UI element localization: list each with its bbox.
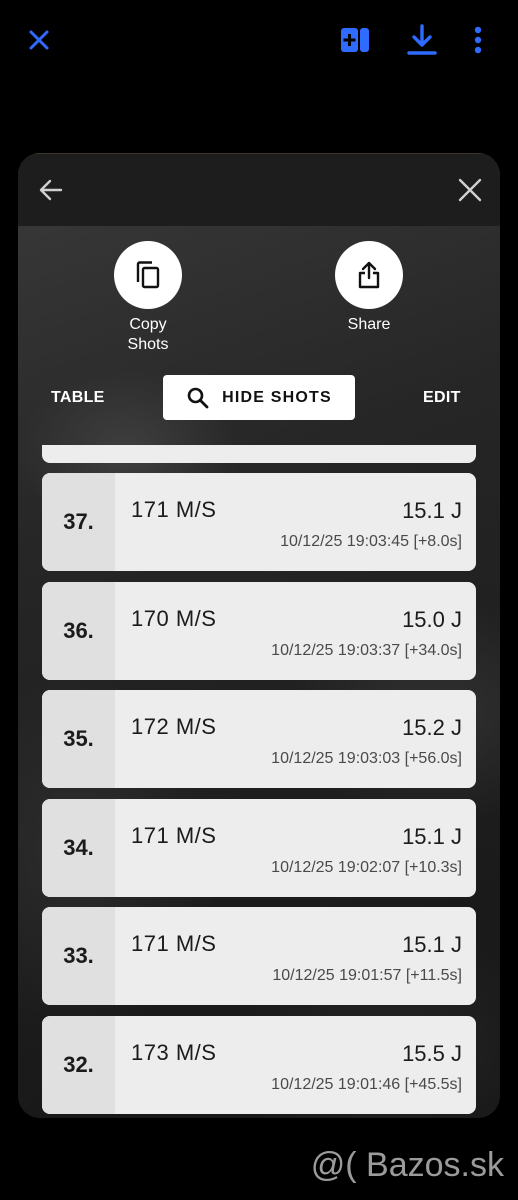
viewer-toolbar: [0, 0, 518, 80]
shot-timestamp: 10/12/25 19:01:46 [+45.5s]: [271, 1076, 462, 1093]
shot-energy: 15.1 J: [402, 824, 462, 849]
tab-edit[interactable]: EDIT: [423, 389, 461, 407]
shot-speed: 171 M/S: [131, 497, 217, 522]
hide-shots-label: HIDE SHOTS: [222, 388, 332, 406]
watermark: @( Bazos.sk: [310, 1146, 504, 1184]
share-icon: [335, 241, 403, 309]
list-item[interactable]: 32. 173 M/S 15.5 J 10/12/25 19:01:46 [+4…: [42, 1016, 476, 1114]
shot-timestamp: 10/12/25 19:03:45 [+8.0s]: [280, 533, 462, 550]
share-action[interactable]: Share: [314, 241, 424, 335]
shot-index: 34.: [42, 799, 115, 897]
shot-energy: 15.0 J: [402, 607, 462, 632]
list-item[interactable]: 33. 171 M/S 15.1 J 10/12/25 19:01:57 [+1…: [42, 907, 476, 1005]
shot-speed: 171 M/S: [131, 931, 217, 956]
shot-index: 32.: [42, 1016, 115, 1114]
shot-timestamp: 10/12/25 19:03:37 [+34.0s]: [271, 642, 462, 659]
close-icon[interactable]: [450, 170, 490, 210]
hide-shots-button[interactable]: HIDE SHOTS: [163, 375, 355, 420]
shot-speed: 172 M/S: [131, 714, 217, 739]
more-vert-icon[interactable]: [458, 20, 498, 60]
copy-shots-action[interactable]: Copy Shots: [93, 241, 203, 355]
shot-timestamp: 10/12/25 19:02:07 [+10.3s]: [271, 859, 462, 876]
shot-energy: 15.1 J: [402, 932, 462, 957]
shot-speed: 170 M/S: [131, 606, 217, 631]
shot-index: 36.: [42, 582, 115, 680]
layout-add-icon[interactable]: [335, 20, 375, 60]
list-item[interactable]: 36. 170 M/S 15.0 J 10/12/25 19:03:37 [+3…: [42, 582, 476, 680]
search-icon: [187, 387, 209, 408]
close-icon[interactable]: [19, 20, 59, 60]
share-label: Share: [347, 316, 391, 333]
shot-speed: 173 M/S: [131, 1040, 217, 1065]
download-icon[interactable]: [402, 20, 442, 60]
view-tabs: TABLE HIDE SHOTS EDIT: [18, 375, 500, 421]
shot-index: 35.: [42, 690, 115, 788]
shot-energy: 15.5 J: [402, 1041, 462, 1066]
copy-shots-label: Copy Shots: [127, 316, 169, 353]
shot-timestamp: 10/12/25 19:01:57 [+11.5s]: [272, 967, 462, 984]
shot-energy: 15.2 J: [402, 715, 462, 740]
list-item[interactable]: 35. 172 M/S 15.2 J 10/12/25 19:03:03 [+5…: [42, 690, 476, 788]
shot-timestamp: 10/12/25 19:03:03 [+56.0s]: [271, 750, 462, 767]
shot-speed: 171 M/S: [131, 823, 217, 848]
list-item-partial: [42, 445, 476, 463]
shot-energy: 15.1 J: [402, 498, 462, 523]
shot-index: 37.: [42, 473, 115, 571]
list-item[interactable]: 34. 171 M/S 15.1 J 10/12/25 19:02:07 [+1…: [42, 799, 476, 897]
shot-index: 33.: [42, 907, 115, 1005]
list-item[interactable]: 37. 171 M/S 15.1 J 10/12/25 19:03:45 [+8…: [42, 473, 476, 571]
shots-dialog: Copy Shots Share TABLE HIDE SHOTS EDIT 3…: [18, 153, 500, 1118]
back-arrow-icon[interactable]: [31, 170, 71, 210]
copy-icon: [114, 241, 182, 309]
tab-table[interactable]: TABLE: [51, 389, 105, 407]
dialog-header: [18, 153, 500, 226]
